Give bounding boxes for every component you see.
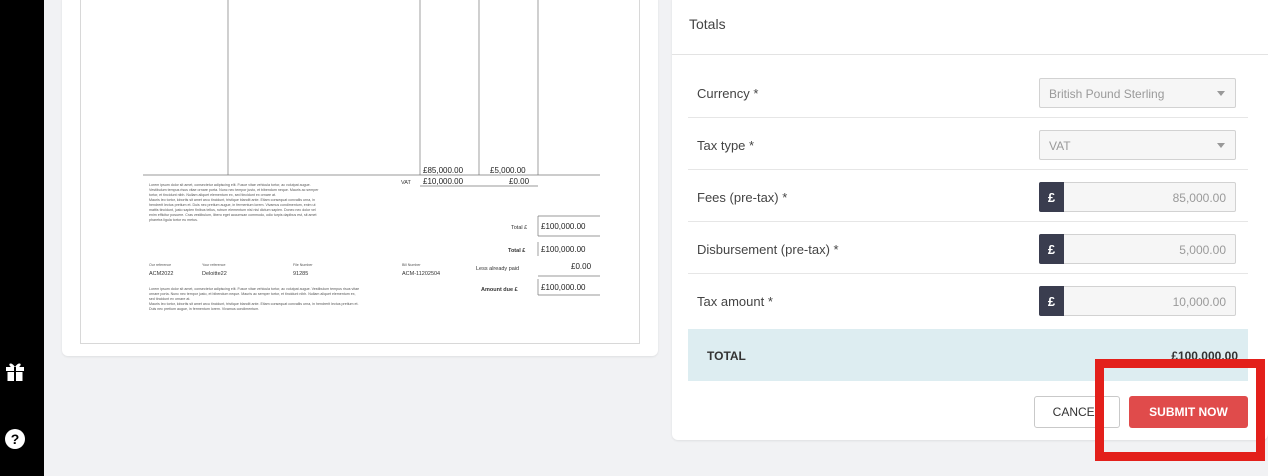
- terms-text-1: Lorem ipsum dolor sit amet, consectetur …: [149, 183, 319, 222]
- submit-now-button[interactable]: SUBMIT NOW: [1129, 396, 1248, 428]
- pound-icon: £: [1039, 234, 1064, 264]
- svg-text:ACM2022: ACM2022: [149, 271, 173, 277]
- total-row: TOTAL £100,000.00: [688, 329, 1248, 381]
- totals-panel: Totals Currency * British Pound Sterling…: [672, 0, 1268, 440]
- svg-text:Bill Number: Bill Number: [402, 263, 421, 267]
- total-label-2: Total £: [508, 248, 525, 254]
- tax-amount-input[interactable]: £ 10,000.00: [1039, 286, 1236, 316]
- svg-text:hendrerit lectus pretium et. D: hendrerit lectus pretium et. Duis nec pr…: [149, 203, 316, 207]
- disbursement-label: Disbursement (pre-tax) *: [697, 242, 839, 257]
- less-paid-value: £0.00: [571, 262, 592, 271]
- currency-value: British Pound Sterling: [1049, 87, 1165, 101]
- svg-text:Mauris leo tortor, lobortis si: Mauris leo tortor, lobortis sit amet arc…: [149, 302, 359, 306]
- tax-amount-value: 10,000.00: [1172, 295, 1226, 309]
- pound-icon: £: [1039, 182, 1064, 212]
- fees-label: Fees (pre-tax) *: [697, 190, 788, 205]
- total-value-1: £100,000.00: [541, 222, 586, 231]
- svg-text:tortor, et tincidunt nibh. Nul: tortor, et tincidunt nibh. Nullam alique…: [149, 193, 276, 197]
- currency-label: Currency *: [697, 86, 759, 101]
- svg-text:enim efficitur posuere. Cras v: enim efficitur posuere. Cras vestibulum,…: [149, 213, 317, 217]
- svg-text:Lorem ipsum dolor sit amet, co: Lorem ipsum dolor sit amet, consectetur …: [149, 183, 311, 187]
- svg-text:Duis nec pretium augue, in fer: Duis nec pretium augue, in fermentum lor…: [149, 307, 259, 311]
- tax-amount-row: Tax amount * £ 10,000.00: [688, 274, 1248, 326]
- tax-type-label: Tax type *: [697, 138, 755, 153]
- fees-input[interactable]: £ 85,000.00: [1039, 182, 1236, 212]
- left-rail: ?: [0, 0, 44, 476]
- terms-text-2: Lorem ipsum dolor sit amet, consectetur …: [149, 287, 359, 311]
- cancel-button[interactable]: CANCEL: [1034, 396, 1120, 428]
- svg-text:Vestibulum tempus risus vitae: Vestibulum tempus risus vitae ornare por…: [149, 188, 319, 192]
- currency-row: Currency * British Pound Sterling: [688, 66, 1248, 118]
- svg-text:Lorem ipsum dolor sit amet, co: Lorem ipsum dolor sit amet, consectetur …: [149, 287, 359, 291]
- vat-disb-value: £0.00: [509, 177, 530, 186]
- divider: [672, 54, 1268, 55]
- disb-column-total: £5,000.00: [490, 166, 526, 175]
- svg-text:Deloitte22: Deloitte22: [202, 271, 227, 277]
- svg-text:Your reference: Your reference: [202, 263, 225, 267]
- tax-type-row: Tax type * VAT: [688, 118, 1248, 170]
- svg-text:pharetra ligula tortor eu metu: pharetra ligula tortor eu metus.: [149, 218, 198, 222]
- svg-text:mattis tincidunt, justo sapien: mattis tincidunt, justo sapien finibus t…: [149, 208, 316, 212]
- svg-text:File Number: File Number: [293, 263, 313, 267]
- currency-select[interactable]: British Pound Sterling: [1039, 78, 1236, 108]
- help-icon[interactable]: ?: [4, 428, 26, 450]
- amount-due-label: Amount due £: [481, 287, 518, 293]
- svg-text:Mauris leo tortor, lobortis si: Mauris leo tortor, lobortis sit amet arc…: [149, 198, 315, 202]
- gift-icon[interactable]: [4, 360, 26, 382]
- total-label: TOTAL: [707, 349, 746, 363]
- svg-text:Our reference: Our reference: [149, 263, 171, 267]
- total-value-2: £100,000.00: [541, 245, 586, 254]
- chevron-down-icon: [1217, 91, 1225, 96]
- fees-row: Fees (pre-tax) * £ 85,000.00: [688, 170, 1248, 222]
- svg-text:sed tincidunt ex ornare at.: sed tincidunt ex ornare at.: [149, 297, 190, 301]
- fees-column-total: £85,000.00: [423, 166, 464, 175]
- document-preview-card: £85,000.00 £5,000.00 VAT £10,000.00 £0.0…: [62, 0, 658, 356]
- disbursement-input[interactable]: £ 5,000.00: [1039, 234, 1236, 264]
- vat-value: £10,000.00: [423, 177, 464, 186]
- tax-type-value: VAT: [1049, 139, 1071, 153]
- amount-due-value: £100,000.00: [541, 283, 586, 292]
- svg-text:ACM-11202504: ACM-11202504: [402, 271, 440, 277]
- total-label-1: Total £: [511, 225, 527, 231]
- invoice-page: £85,000.00 £5,000.00 VAT £10,000.00 £0.0…: [80, 0, 640, 344]
- less-paid-label: Less already paid: [476, 266, 519, 272]
- invoice-references: Our reference ACM2022 Your reference Del…: [149, 263, 440, 277]
- disbursement-row: Disbursement (pre-tax) * £ 5,000.00: [688, 222, 1248, 274]
- tax-type-select[interactable]: VAT: [1039, 130, 1236, 160]
- totals-title: Totals: [689, 16, 726, 32]
- fees-value: 85,000.00: [1172, 191, 1226, 205]
- total-value: £100,000.00: [1171, 349, 1238, 363]
- tax-amount-label: Tax amount *: [697, 294, 773, 309]
- disbursement-value: 5,000.00: [1179, 243, 1226, 257]
- pound-icon: £: [1039, 286, 1064, 316]
- invoice-document: £85,000.00 £5,000.00 VAT £10,000.00 £0.0…: [143, 0, 600, 311]
- svg-text:91285: 91285: [293, 271, 308, 277]
- chevron-down-icon: [1217, 143, 1225, 148]
- svg-text:ornare porta. Nunc nec tempor: ornare porta. Nunc nec tempor justo, et …: [149, 292, 356, 296]
- vat-label: VAT: [401, 180, 412, 186]
